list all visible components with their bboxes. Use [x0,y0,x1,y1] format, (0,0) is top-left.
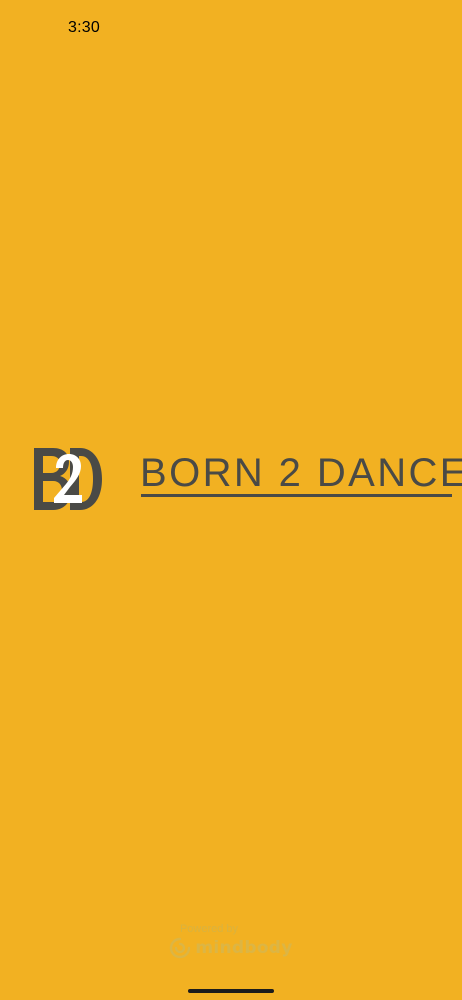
mindbody-wordmark: mindbody [195,938,293,958]
splash-screen: 3:30 BORN 2 DANCE Powered by mindbody [0,0,462,1000]
powered-by-footer: Powered by mindbody [0,923,462,964]
status-bar-time: 3:30 [68,19,100,36]
home-indicator[interactable] [188,989,274,993]
mindbody-brand: mindbody [169,937,292,959]
b2d-monogram-logo [34,448,102,510]
logo-underline [141,494,452,497]
powered-by-label: Powered by [179,923,239,935]
logo-wordmark: BORN 2 DANCE [140,451,462,495]
mindbody-logo-icon [170,937,191,959]
